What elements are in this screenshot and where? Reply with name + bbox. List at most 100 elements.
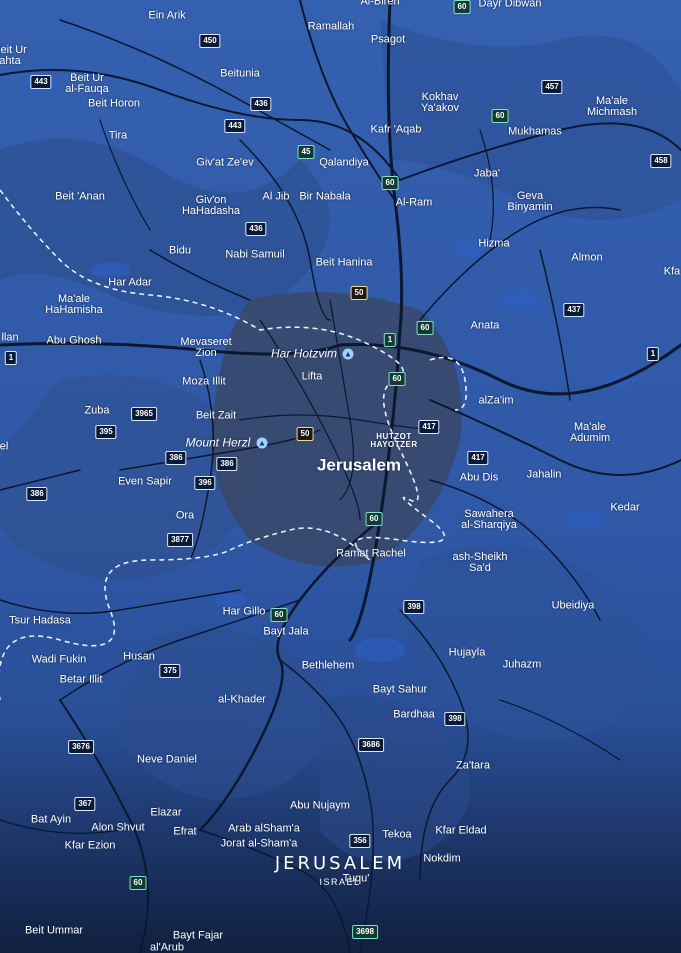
road-shield[interactable]: 417 [418,420,440,434]
place-label[interactable]: Bir Nabala [299,191,350,203]
place-label[interactable]: alZa'im [478,395,513,407]
mountain-poi-icon[interactable]: ▲ [256,437,268,449]
road-shield[interactable]: 386 [165,451,187,465]
road-shield[interactable]: 367 [74,797,96,811]
road-shield[interactable]: 436 [245,222,267,236]
place-label[interactable]: Ma'ale HaHamisha [45,294,102,316]
place-label[interactable]: Ramat Rachel [336,548,406,560]
place-label[interactable]: Kedar [610,502,639,514]
place-label[interactable]: Almon [571,252,602,264]
place-label[interactable]: Dayr Dibwan [479,0,542,10]
place-label[interactable]: Hizma [478,238,509,250]
place-label[interactable]: Abu Ghosh [46,335,101,347]
place-label[interactable]: Beit Horon [88,98,140,110]
road-shield[interactable]: 443 [224,119,246,133]
place-label[interactable]: Ein Arik [148,10,185,22]
road-shield[interactable]: 3686 [358,738,384,752]
road-shield[interactable]: 60 [129,876,147,890]
road-shield[interactable]: 375 [159,664,181,678]
place-label[interactable]: Even Sapir [118,476,172,488]
road-shield[interactable]: 1 [4,351,18,365]
place-label[interactable]: el [0,441,8,453]
mountain-poi-icon[interactable]: ▲ [342,348,354,360]
place-label[interactable]: Ramallah [308,21,354,33]
place-label[interactable]: Har Adar [108,277,151,289]
place-label[interactable]: Tsur Hadasa [9,615,71,627]
place-label[interactable]: Tira [109,130,128,142]
road-shield[interactable]: 436 [250,97,272,111]
place-label[interactable]: Arab alSham'a [228,823,300,835]
place-label[interactable]: Beitunia [220,68,260,80]
place-label[interactable]: Ubeidiya [552,600,595,612]
place-label[interactable]: Moza Illit [182,376,225,388]
road-shield[interactable]: 3965 [131,407,157,421]
place-label[interactable]: Beit Ur al-Fauqa [65,73,108,95]
place-label[interactable]: Beit Hanina [316,257,373,269]
place-label[interactable]: Jorat al-Sham'a [221,838,298,850]
place-label[interactable]: Bardhaa [393,709,435,721]
place-label[interactable]: Beit Urahta [0,45,27,67]
road-shield[interactable]: 437 [563,303,585,317]
road-shield[interactable]: 60 [365,512,383,526]
road-shield[interactable]: 60 [388,372,406,386]
place-label[interactable]: llan [1,332,18,344]
place-label[interactable]: Beit Ummar [25,925,83,937]
place-label[interactable]: Mevaseret Zion [180,337,231,359]
place-label[interactable]: Geva Binyamin [507,191,552,213]
place-label[interactable]: Bayt Fajar [173,930,223,942]
place-label[interactable]: Bayt Jala [263,626,308,638]
place-label[interactable]: Jahalin [527,469,562,481]
place-label[interactable]: Lifta [302,371,323,383]
road-shield[interactable]: 60 [491,109,509,123]
place-label[interactable]: HUTZOT HAYOTZER [370,433,417,449]
place-label[interactable]: Wadi Fukin [32,654,87,666]
place-label[interactable]: Nabi Samuil [225,249,284,261]
place-label[interactable]: Betar Illit [60,674,103,686]
place-label[interactable]: Qalandiya [319,157,369,169]
place-label[interactable]: Giv'at Ze'ev [196,157,253,169]
place-label[interactable]: Ma'ale Adumim [570,422,610,444]
place-label[interactable]: al'Arub [150,942,184,953]
place-label[interactable]: Kafr 'Aqab [370,124,421,136]
place-label[interactable]: Abu Nujaym [290,800,350,812]
road-shield[interactable]: 395 [95,425,117,439]
place-label[interactable]: Za'tara [456,760,490,772]
road-shield[interactable]: 60 [270,608,288,622]
place-label[interactable]: Hujayla [449,647,486,659]
road-shield[interactable]: 50 [350,286,368,300]
place-label[interactable]: Juhazm [503,659,542,671]
road-shield[interactable]: 417 [467,451,489,465]
place-label[interactable]: Kfa [664,266,681,278]
road-shield[interactable]: 50 [296,427,314,441]
place-label[interactable]: Neve Daniel [137,754,197,766]
road-shield[interactable]: 60 [416,321,434,335]
road-shield[interactable]: 60 [381,176,399,190]
road-shield[interactable]: 398 [444,712,466,726]
place-label[interactable]: Anata [471,320,500,332]
place-label[interactable]: Bethlehem [302,660,355,672]
place-label[interactable]: al-Khader [218,694,266,706]
place-label[interactable]: Mukhamas [508,126,562,138]
place-label[interactable]: Kfar Ezion [65,840,116,852]
place-label[interactable]: Elazar [150,807,181,819]
place-label[interactable]: Bat Ayin [31,814,71,826]
road-shield[interactable]: 450 [199,34,221,48]
road-shield[interactable]: 1 [383,333,397,347]
place-label[interactable]: Sawahera al-Sharqiya [461,509,517,531]
road-shield[interactable]: 458 [650,154,672,168]
road-shield[interactable]: 396 [194,476,216,490]
place-label[interactable]: Nokdim [423,853,460,865]
road-shield[interactable]: 3877 [167,533,193,547]
place-label[interactable]: Beit 'Anan [55,191,105,203]
place-label[interactable]: Har Hotzvim [271,348,337,360]
road-shield[interactable]: 386 [26,487,48,501]
place-label[interactable]: Jaba' [474,168,500,180]
road-shield[interactable]: 398 [403,600,425,614]
place-label[interactable]: Kokhav Ya'akov [421,92,459,114]
place-label[interactable]: Kfar Eldad [435,825,486,837]
place-label[interactable]: Efrat [173,826,196,838]
place-label[interactable]: Bayt Sahur [373,684,427,696]
place-label[interactable]: Al-Bireh [360,0,399,8]
road-shield[interactable]: 1 [646,347,660,361]
road-shield[interactable]: 60 [453,0,471,14]
